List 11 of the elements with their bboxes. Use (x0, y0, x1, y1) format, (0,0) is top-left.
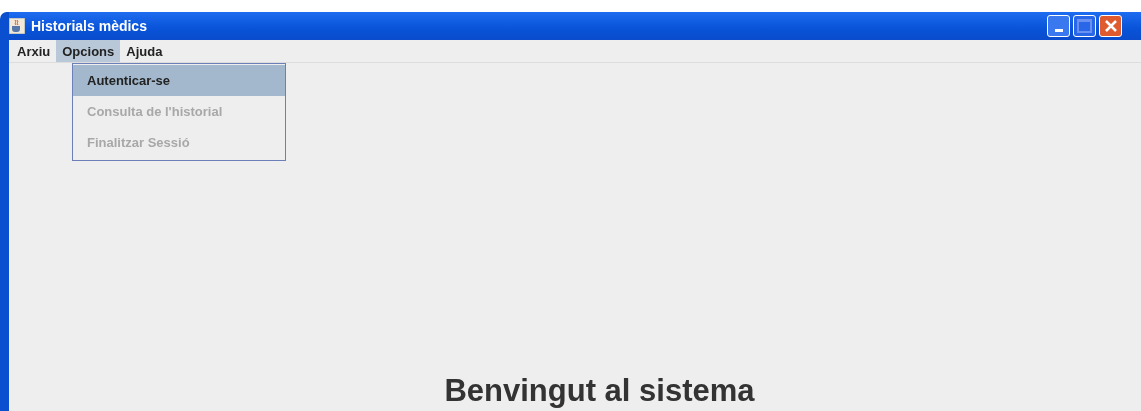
close-icon (1103, 19, 1118, 33)
coffee-cup-icon (9, 18, 25, 34)
maximize-button[interactable] (1073, 15, 1096, 37)
window-title: Historials mèdics (31, 18, 147, 34)
welcome-heading: Benvingut al sistema (444, 373, 755, 409)
menu-item[interactable]: Autenticar-se (73, 65, 285, 96)
minimize-button[interactable] (1047, 15, 1070, 37)
menu-bar-item[interactable]: Opcions (56, 40, 121, 62)
close-button[interactable] (1099, 15, 1122, 37)
menu-bar-item[interactable]: Ajuda (120, 40, 169, 62)
menu-bar-item[interactable]: Arxiu (11, 40, 57, 62)
